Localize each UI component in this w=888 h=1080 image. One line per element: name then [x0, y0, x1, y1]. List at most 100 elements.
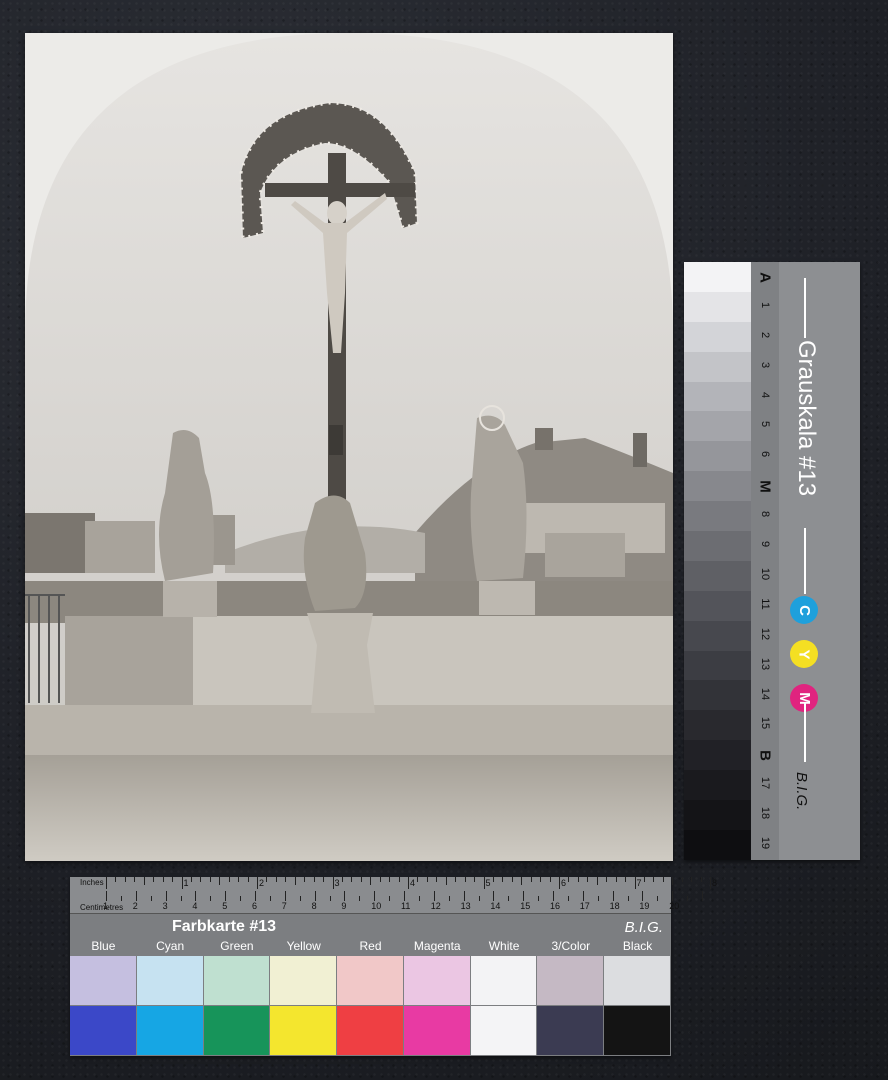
ruler-tick [404, 891, 405, 901]
ruler-tick [225, 891, 227, 901]
ruler-tick [615, 877, 617, 882]
grayscale-step-label: 9 [759, 540, 771, 548]
ruler-tick [702, 891, 703, 901]
ruler-tick [190, 877, 192, 882]
ruler-tick [304, 877, 306, 882]
grayscale-step [684, 381, 751, 412]
ruler-tick [567, 896, 569, 901]
swatch-light-green [203, 956, 270, 1005]
ruler-tick [448, 896, 450, 901]
ruler-inch-number: 2 [259, 878, 265, 888]
ruler-tick [662, 877, 664, 882]
swatch-names: Blue Cyan Green Yellow Red Magenta White 3/Colo… [70, 939, 671, 955]
ruler-tick [436, 877, 438, 882]
ruler-inch-number: 8 [712, 878, 718, 888]
swatch-name: Cyan [156, 939, 185, 953]
ruler-tick [240, 896, 242, 901]
swatch-dark-cyan [136, 1006, 203, 1055]
grayscale-step-label: 2 [759, 331, 771, 338]
grayscale-step [684, 441, 751, 472]
grayscale-step [684, 531, 751, 561]
ruler-tick [120, 896, 122, 901]
ruler-tick [445, 877, 447, 885]
ruler-tick [538, 896, 540, 901]
ruler-tick [285, 877, 287, 882]
ruler-tick [596, 877, 598, 885]
grayscale-step-label: 1 [759, 301, 771, 308]
ruler-cm-number: 8 [311, 901, 317, 911]
ruler-tick [657, 896, 659, 901]
ruler-tick [266, 877, 268, 882]
ruler-tick [360, 877, 362, 882]
ruler-tick [549, 877, 551, 882]
ruler-cm-label: Centimetres [80, 903, 124, 912]
ruler-tick [323, 877, 325, 882]
ruler-tick [180, 896, 182, 901]
ruler-tick [672, 877, 674, 885]
ruler-inch-number: 3 [334, 878, 340, 888]
ruler-tick [530, 877, 532, 882]
grayscale-step-label: A [756, 272, 774, 283]
grayscale-step-label: 11 [759, 598, 771, 610]
ruler-tick [521, 877, 523, 885]
ruler-tick [643, 877, 645, 882]
ruler-cm-number: 4 [192, 901, 198, 911]
swatch-name: Magenta [413, 939, 461, 953]
ruler-tick [255, 891, 256, 901]
ruler-tick [209, 877, 211, 882]
ruler-tick [228, 877, 230, 882]
swatch-light-blue [70, 956, 136, 1005]
ruler-tick [691, 877, 693, 882]
ruler-tick [627, 896, 629, 901]
cym-dot-y: Y [790, 640, 818, 668]
ruler-tick [540, 877, 542, 882]
ruler-tick [625, 877, 627, 882]
ruler-tick [329, 896, 331, 901]
grayscale-step [684, 411, 751, 442]
ruler-inch-number: 7 [636, 878, 642, 888]
ruler-tick [687, 896, 689, 901]
grayscale-step-label: 13 [759, 657, 771, 670]
ruler-tick [463, 891, 465, 901]
divider-line [804, 528, 806, 594]
grayscale-step [684, 262, 751, 292]
ruler-cm-number: 2 [132, 901, 138, 911]
ruler-tick [418, 896, 420, 901]
ruler-cm-number: 3 [162, 901, 168, 911]
ruler-tick [153, 877, 155, 882]
ruler-tick [511, 877, 513, 882]
grauskala-card: A 1 2 3 4 5 6 M 8 9 10 11 12 13 14 15 B 17 18 19 Grauskala … [684, 262, 860, 860]
swatch-dark-magenta [403, 1006, 470, 1055]
ruler-tick [492, 877, 494, 882]
ruler-tick [162, 877, 164, 882]
ruler-tick [314, 891, 316, 901]
ruler-tick [389, 877, 391, 882]
ruler-cm-number: 14 [490, 901, 501, 911]
grayscale-step [684, 471, 751, 502]
swatch-light-red [337, 956, 403, 1005]
divider-line [804, 278, 806, 338]
swatch-dark-blue [70, 1006, 136, 1055]
grayscale-step [684, 351, 751, 382]
farbkarte-card: Inches Centimetres 1 2 3 4 5 6 7 8 1 2 3 4 5 6 7 8 9 10 11… [70, 877, 717, 1056]
ruler-tick [634, 877, 636, 889]
ruler-tick [135, 891, 137, 901]
ruler-tick [370, 877, 372, 885]
swatch-dark-white [470, 1006, 537, 1055]
grayscale-step [684, 710, 751, 741]
ruler-tick [195, 891, 197, 901]
swatch-name: Blue [91, 939, 116, 953]
ruler-tick [379, 877, 381, 882]
grayscale-step [684, 829, 751, 860]
ruler-tick [341, 877, 343, 882]
grayscale-step-labels: A 1 2 3 4 5 6 M 8 9 10 11 12 13 14 15 B 17 18 19 [751, 262, 779, 860]
grayscale-step [684, 680, 751, 711]
ruler-cm-number: 7 [281, 901, 287, 911]
ruler-tick [672, 891, 674, 901]
grayscale-step [684, 770, 751, 801]
ruler-inch-number: 1 [183, 878, 189, 888]
ruler-tick [653, 877, 655, 882]
ruler-tick [700, 877, 702, 882]
ruler-tick [426, 877, 428, 882]
ruler-tick [200, 877, 202, 882]
